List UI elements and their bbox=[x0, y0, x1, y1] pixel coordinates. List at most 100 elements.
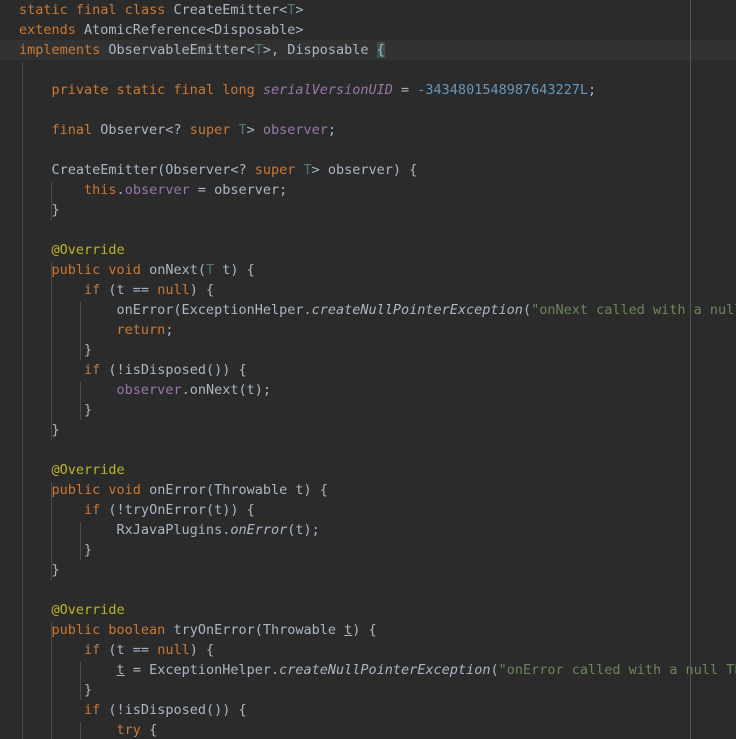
token: @Override bbox=[51, 242, 125, 258]
token: T bbox=[238, 122, 247, 138]
right-margin-guide bbox=[690, 0, 691, 739]
token: if bbox=[84, 642, 101, 658]
code-line-35[interactable]: if (!isDisposed()) { bbox=[0, 700, 736, 720]
token: if bbox=[84, 362, 101, 378]
token: = bbox=[392, 82, 418, 98]
code-line-33[interactable]: t = ExceptionHelper.createNullPointerExc… bbox=[0, 660, 736, 680]
token: .onNext(t); bbox=[181, 382, 271, 398]
token: } bbox=[19, 562, 60, 578]
code-line-18[interactable]: if (!isDisposed()) { bbox=[0, 360, 736, 380]
code-line-31[interactable]: public boolean tryOnError(Throwable t) { bbox=[0, 620, 736, 640]
code-editor[interactable]: static final class CreateEmitter<T> exten… bbox=[0, 0, 736, 739]
token: final bbox=[51, 122, 93, 138]
code-line-23[interactable]: @Override bbox=[0, 460, 736, 480]
token: Observer<? bbox=[92, 122, 190, 138]
token: (!tryOnError(t)) { bbox=[100, 502, 255, 518]
token: final bbox=[75, 2, 117, 18]
token: this bbox=[84, 182, 117, 198]
token: } bbox=[19, 542, 93, 558]
token: = observer; bbox=[189, 182, 288, 198]
code-line-6[interactable]: final Observer<? super T> observer; bbox=[0, 120, 736, 140]
code-line-19[interactable]: observer.onNext(t); bbox=[0, 380, 736, 400]
code-line-25[interactable]: if (!tryOnError(t)) { bbox=[0, 500, 736, 520]
code-line-32[interactable]: if (t == null) { bbox=[0, 640, 736, 660]
token: T bbox=[254, 42, 263, 58]
code-line-17[interactable]: } bbox=[0, 340, 736, 360]
token: ) { bbox=[189, 282, 215, 298]
code-line-34[interactable]: } bbox=[0, 680, 736, 700]
token: ) { bbox=[189, 642, 215, 658]
token: ObservableEmitter< bbox=[100, 42, 255, 58]
token: implements bbox=[19, 42, 101, 58]
token: t) { bbox=[214, 262, 255, 278]
token: try bbox=[116, 722, 141, 738]
code-line-1[interactable]: extends AtomicReference<Disposable> bbox=[0, 20, 736, 40]
code-line-14[interactable]: if (t == null) { bbox=[0, 280, 736, 300]
code-line-7[interactable] bbox=[0, 140, 736, 160]
code-line-15[interactable]: onError(ExceptionHelper.createNullPointe… bbox=[0, 300, 736, 320]
code-line-28[interactable]: } bbox=[0, 560, 736, 580]
token: ( bbox=[522, 302, 532, 318]
token: observer bbox=[124, 182, 190, 198]
token: static bbox=[19, 2, 68, 18]
code-line-16[interactable]: return; bbox=[0, 320, 736, 340]
code-line-20[interactable]: } bbox=[0, 400, 736, 420]
code-line-5[interactable] bbox=[0, 100, 736, 120]
code-line-24[interactable]: public void onError(Throwable t) { bbox=[0, 480, 736, 500]
code-line-3[interactable] bbox=[0, 60, 736, 80]
code-line-30[interactable]: @Override bbox=[0, 600, 736, 620]
token: (!isDisposed()) { bbox=[100, 362, 247, 378]
token: -3434801548987643227L bbox=[417, 82, 588, 98]
code-line-26[interactable]: RxJavaPlugins.onError(t); bbox=[0, 520, 736, 540]
token: "onError called with a null Throwable." bbox=[498, 662, 736, 678]
token: onNext bbox=[149, 262, 198, 278]
token: onError bbox=[230, 522, 288, 538]
token: . bbox=[116, 182, 125, 198]
token: (Throwable bbox=[254, 622, 345, 638]
code-line-13[interactable]: public void onNext(T t) { bbox=[0, 260, 736, 280]
code-line-29[interactable] bbox=[0, 580, 736, 600]
token: { bbox=[376, 42, 385, 58]
token: "onNext called with a null value." bbox=[531, 302, 736, 318]
token: createNullPointerException bbox=[311, 302, 523, 318]
code-line-22[interactable] bbox=[0, 440, 736, 460]
code-line-8[interactable]: CreateEmitter(Observer<? super T> observ… bbox=[0, 160, 736, 180]
code-line-12[interactable]: @Override bbox=[0, 240, 736, 260]
token: if bbox=[84, 702, 101, 718]
token: extends bbox=[19, 22, 76, 38]
token: createNullPointerException bbox=[279, 662, 491, 678]
token: RxJavaPlugins. bbox=[19, 522, 231, 538]
token: super bbox=[189, 122, 231, 138]
code-line-2[interactable]: implements ObservableEmitter<T>, Disposa… bbox=[0, 40, 736, 60]
code-line-27[interactable]: } bbox=[0, 540, 736, 560]
code-line-9[interactable]: this.observer = observer; bbox=[0, 180, 736, 200]
token: null bbox=[157, 642, 190, 658]
code-line-10[interactable]: } bbox=[0, 200, 736, 220]
token: >, Disposable bbox=[262, 42, 377, 58]
code-line-11[interactable] bbox=[0, 220, 736, 240]
token: } bbox=[19, 342, 93, 358]
code-line-0[interactable]: static final class CreateEmitter<T> bbox=[0, 0, 736, 20]
code-content[interactable]: static final class CreateEmitter<T> exten… bbox=[0, 0, 736, 739]
code-line-4[interactable]: private static final long serialVersionU… bbox=[0, 80, 736, 100]
code-line-21[interactable]: } bbox=[0, 420, 736, 440]
code-line-36[interactable]: try { bbox=[0, 720, 736, 739]
token: ; bbox=[327, 122, 337, 138]
token: super bbox=[254, 162, 296, 178]
token: return bbox=[116, 322, 166, 338]
token: public void bbox=[51, 482, 141, 498]
token: > bbox=[295, 2, 304, 18]
